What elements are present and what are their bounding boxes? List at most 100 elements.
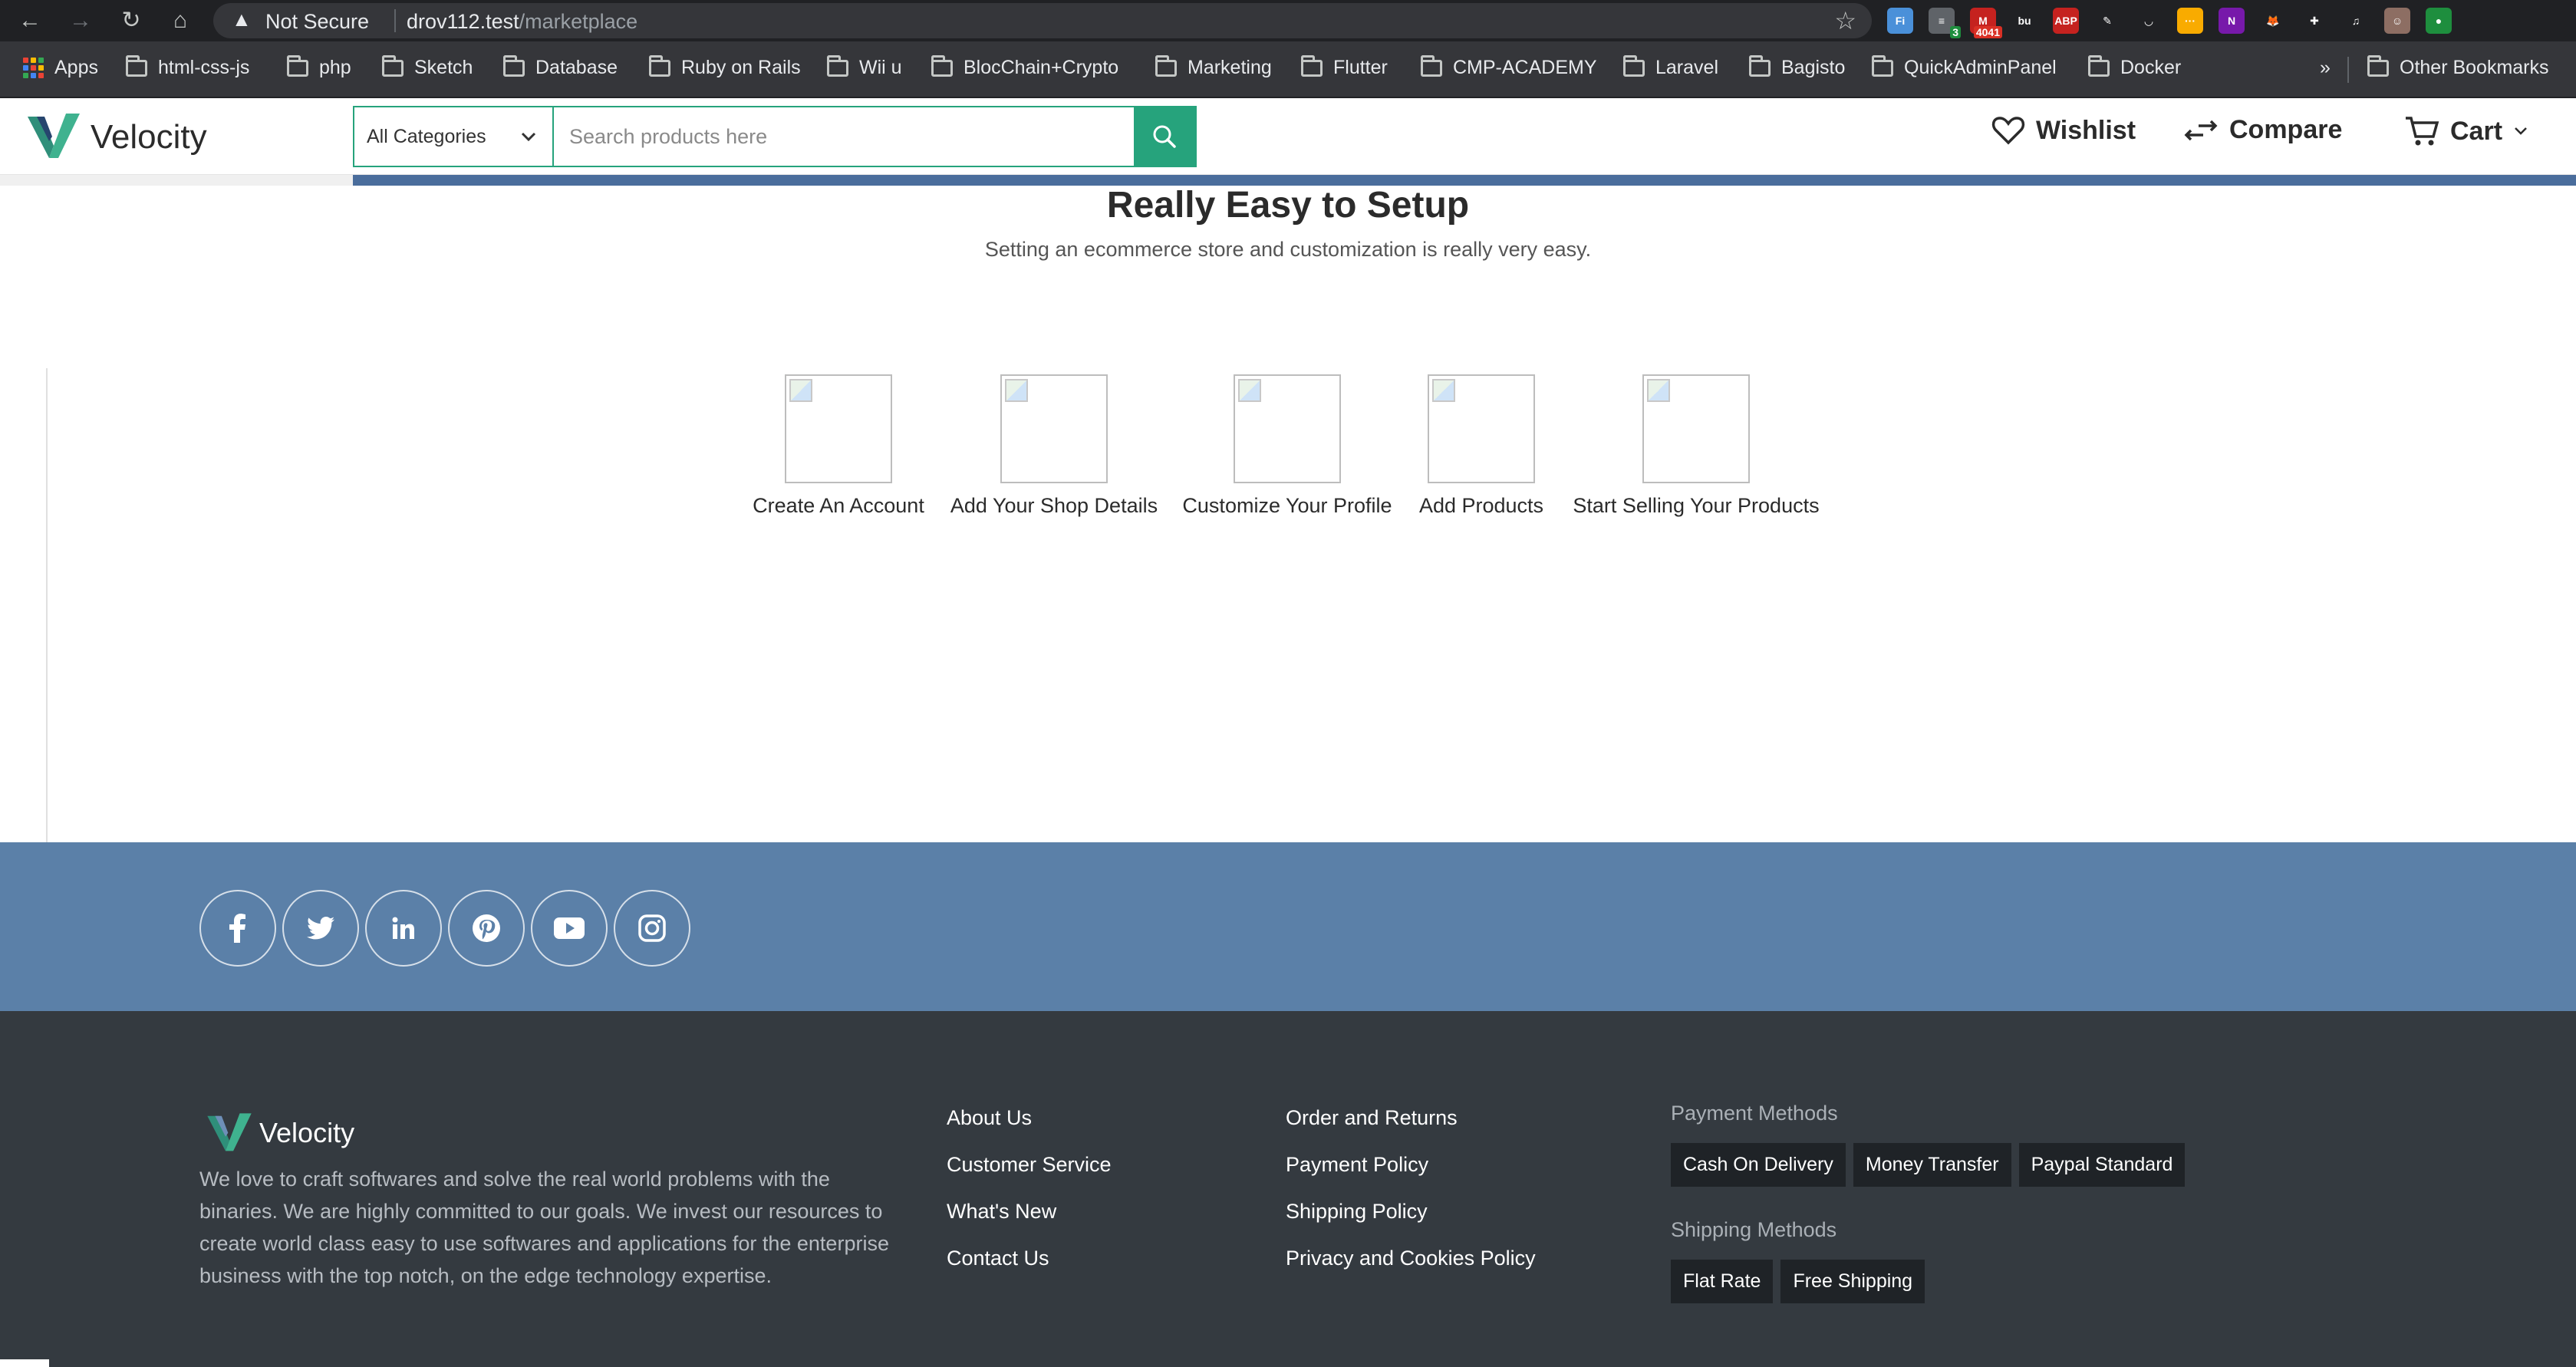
instagram-icon[interactable] [614,890,690,967]
footer-link-customer-service[interactable]: Customer Service [947,1153,1112,1177]
reload-icon[interactable]: ↻ [115,5,147,37]
chevron-down-icon [2515,127,2527,135]
bookmark-folder-sketch[interactable]: Sketch [382,54,473,79]
footer-link-whats-new[interactable]: What's New [947,1200,1112,1224]
footer-link-payment-policy[interactable]: Payment Policy [1286,1153,1536,1177]
forward-icon[interactable]: → [64,5,97,37]
bookmark-folder-blocchain-crypto[interactable]: BlocChain+Crypto [931,54,1118,79]
ext-list-icon[interactable]: ≡ 3 [1929,8,1961,38]
broken-image-icon [1234,374,1341,483]
broken-image-icon [785,374,892,483]
wishlist-link[interactable]: Wishlist [1991,115,2136,146]
search-input[interactable] [554,107,1134,166]
folder-icon [1872,54,1893,77]
url-host: drov112.test [407,10,519,33]
ext-puzzle-icon[interactable]: ✚ [2301,8,2327,34]
bookmark-folder-flutter[interactable]: Flutter [1301,54,1388,79]
step-label: Create An Account [753,494,924,517]
linkedin-icon[interactable] [365,890,442,967]
compare-icon [2184,120,2218,140]
bookmark-folder-html-css-js[interactable]: html-css-js [126,54,249,79]
bookmarks-overflow[interactable]: » [2320,57,2331,79]
page-title: Really Easy to Setup [1106,185,1470,226]
bookmark-folder-php[interactable]: php [287,54,351,79]
step-add-shop-details: Add Your Shop Details [948,374,1160,518]
back-icon[interactable]: ← [14,5,46,37]
ext-pen-icon[interactable]: ✎ [2094,8,2120,34]
youtube-icon[interactable] [531,890,608,967]
cart-label: Cart [2450,116,2503,146]
footer-link-shipping-policy[interactable]: Shipping Policy [1286,1200,1536,1224]
ext-bu-icon[interactable]: bu [2011,8,2037,34]
bookmark-label: Laravel [1655,57,1718,78]
security-label[interactable]: Not Secure [265,10,369,34]
extension-glyph: ≡ [1938,15,1945,27]
ext-fox-icon[interactable]: 🦊 [2260,8,2286,34]
footer-link-order-returns[interactable]: Order and Returns [1286,1106,1536,1130]
bookmark-other[interactable]: Other Bookmarks [2367,54,2549,79]
compare-link[interactable]: Compare [2183,115,2342,145]
address-bar[interactable]: ▲ Not Secure drov112.test/marketplace ☆ [213,3,1872,38]
ext-dot-icon[interactable]: ● [2426,8,2452,34]
shipping-methods-heading: Shipping Methods [1671,1218,1837,1241]
ext-notes-icon[interactable]: ··· [2177,8,2203,34]
folder-icon [827,54,848,77]
social-band [0,842,2576,1011]
bookmark-apps-label: Apps [54,57,98,78]
ext-media-icon[interactable]: ♫ [2343,8,2369,34]
url-text[interactable]: drov112.test/marketplace [407,10,637,34]
ext-abp-icon[interactable]: ABP [2053,8,2079,34]
bookmark-folder-marketing[interactable]: Marketing [1155,54,1272,79]
home-icon[interactable]: ⌂ [164,5,196,37]
extension-glyph: Fi [1895,15,1906,27]
footer-link-contact-us[interactable]: Contact Us [947,1247,1112,1270]
ext-f-icon[interactable]: Fi [1887,8,1913,34]
step-add-products: Add Products [1416,374,1547,518]
bookmark-folder-quickadminpanel[interactable]: QuickAdminPanel [1872,54,2057,79]
bookmarks-divider [2347,57,2349,83]
extension-glyph: ··· [2185,15,2196,27]
cart-link[interactable]: Cart [2404,115,2528,147]
url-path: /marketplace [519,10,638,33]
ext-onenote-icon[interactable]: N [2219,8,2245,34]
warning-icon: ▲ [232,8,252,31]
ext-profile-icon[interactable]: ☺ [2384,8,2410,34]
bookmarks-bar: Apps html-css-js php Sketch Database Ruby on… [0,41,2576,98]
payment-methods-heading: Payment Methods [1671,1102,1838,1125]
facebook-icon[interactable] [199,890,276,967]
search-button[interactable] [1134,107,1195,166]
search-icon [1153,125,1176,148]
page-corner [0,1359,49,1367]
pinterest-icon[interactable] [448,890,525,967]
heart-icon [1991,117,2025,145]
apps-grid-icon [23,58,44,78]
payment-chip: Paypal Standard [2018,1143,2186,1187]
velocity-logo-icon[interactable] [28,110,80,163]
twitter-icon[interactable] [282,890,359,967]
bookmark-folder-database[interactable]: Database [503,54,618,79]
bookmark-folder-cmp-academy[interactable]: CMP-ACADEMY [1421,54,1597,79]
footer-link-about-us[interactable]: About Us [947,1106,1112,1130]
bookmark-star-icon[interactable]: ☆ [1834,6,1856,35]
ext-pocket-icon[interactable]: ◡ [2136,8,2162,34]
bookmark-folder-laravel[interactable]: Laravel [1623,54,1718,79]
category-select-label: All Categories [367,125,486,147]
folder-icon [2367,54,2389,77]
bookmark-folder-ruby-on-rails[interactable]: Ruby on Rails [649,54,801,79]
bookmark-folder-bagisto[interactable]: Bagisto [1749,54,1845,79]
extension-glyph: 🦊 [2266,14,2280,27]
payment-chip: Cash On Delivery [1671,1143,1846,1187]
folder-icon [287,54,308,77]
footer-link-privacy-policy[interactable]: Privacy and Cookies Policy [1286,1247,1536,1270]
bookmark-folder-docker[interactable]: Docker [2088,54,2181,79]
logo-text[interactable]: Velocity [91,118,207,156]
category-select[interactable]: All Categories [354,107,554,166]
broken-image-icon [1000,374,1108,483]
ext-mail-icon[interactable]: M 4041 [1970,8,2002,38]
payment-chip: Money Transfer [1853,1143,2011,1187]
bookmark-folder-wii-u[interactable]: Wii u [827,54,902,79]
bookmark-apps[interactable]: Apps [23,57,98,79]
step-label: Start Selling Your Products [1573,494,1820,517]
extension-badge: 4041 [1973,26,2002,38]
folder-icon [1421,54,1442,77]
